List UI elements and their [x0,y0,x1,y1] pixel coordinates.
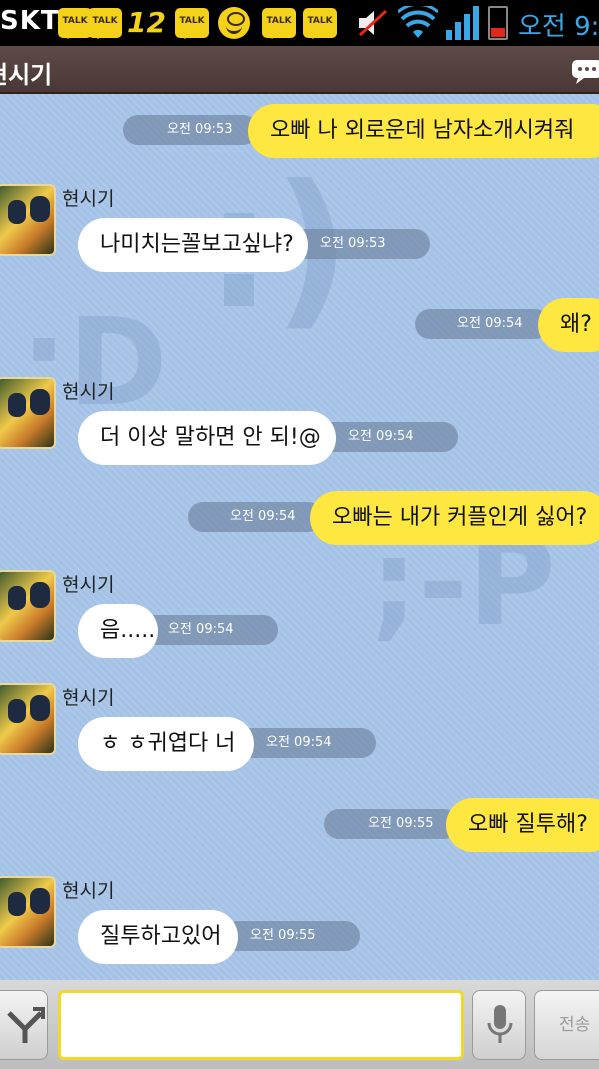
share-button[interactable] [0,990,48,1060]
status-bar: SKT TALK TALK 12 TALK TALK TALK 오전 9:5 [0,0,599,46]
notification-count: 12 [127,6,166,39]
avatar[interactable] [0,570,56,642]
received-message-bubble[interactable]: ㅎ ㅎ귀엽다 너 [78,717,254,771]
sender-name: 현시기 [62,574,115,596]
kakaotalk-icon: TALK [303,8,337,39]
input-bar: 전송 [0,980,599,1069]
mic-button[interactable] [472,990,526,1060]
received-message-bubble[interactable]: 음..... [78,604,158,658]
message-timestamp: 오전 09:54 [318,422,458,452]
message-timestamp: 오전 09:53 [123,115,258,145]
sent-message-bubble[interactable]: 오빠 나 외로운데 남자소개시켜줘 [248,104,599,158]
carrier-label: SKT [0,6,60,36]
received-message-bubble[interactable]: 나미치는꼴보고싶냐? [78,218,308,272]
wifi-icon [398,6,438,38]
received-message-bubble[interactable]: 질투하고있어 [78,910,238,964]
chat-menu-icon[interactable] [570,58,599,84]
message-timestamp: 오전 09:53 [290,229,430,259]
sender-name: 현시기 [62,188,115,210]
mic-icon [487,1005,513,1043]
message-timestamp: 오전 09:54 [236,728,376,758]
send-button[interactable]: 전송 [534,990,599,1060]
message-timestamp: 오전 09:54 [415,309,550,339]
message-timestamp: 오전 09:55 [222,921,360,951]
message-timestamp: 오전 09:55 [324,809,459,839]
mute-icon [358,9,388,37]
emoticon-icon [218,7,250,39]
signal-icon [446,6,480,40]
sender-name: 현시기 [62,880,115,902]
kakaotalk-icon: TALK [58,8,92,39]
avatar[interactable] [0,876,56,948]
message-input[interactable] [58,990,464,1060]
kakaotalk-icon: TALK [262,8,296,39]
chat-title: 현시기 [0,61,53,89]
sender-name: 현시기 [62,687,115,709]
avatar[interactable] [0,377,56,449]
sent-message-bubble[interactable]: 오빠 질투해? [446,798,599,852]
kakaotalk-icon: TALK [88,8,122,39]
message-timestamp: 오전 09:54 [140,615,278,645]
avatar[interactable] [0,683,56,755]
chat-area[interactable]: :) ;-P :D 오전 09:53 오빠 나 외로운데 남자소개시켜줘 현시기… [0,94,599,980]
sent-message-bubble[interactable]: 왜? [538,298,599,352]
message-timestamp: 오전 09:54 [188,502,323,532]
avatar[interactable] [0,184,56,256]
received-message-bubble[interactable]: 더 이상 말하면 안 되!@ [78,411,336,465]
kakaotalk-icon: TALK [175,8,209,39]
share-icon [7,1007,45,1043]
chat-title-bar: 현시기 [0,46,599,94]
sent-message-bubble[interactable]: 오빠는 내가 커플인게 싫어? [310,491,599,545]
sender-name: 현시기 [62,381,115,403]
battery-icon [488,6,508,40]
clock: 오전 9:5 [518,12,599,42]
